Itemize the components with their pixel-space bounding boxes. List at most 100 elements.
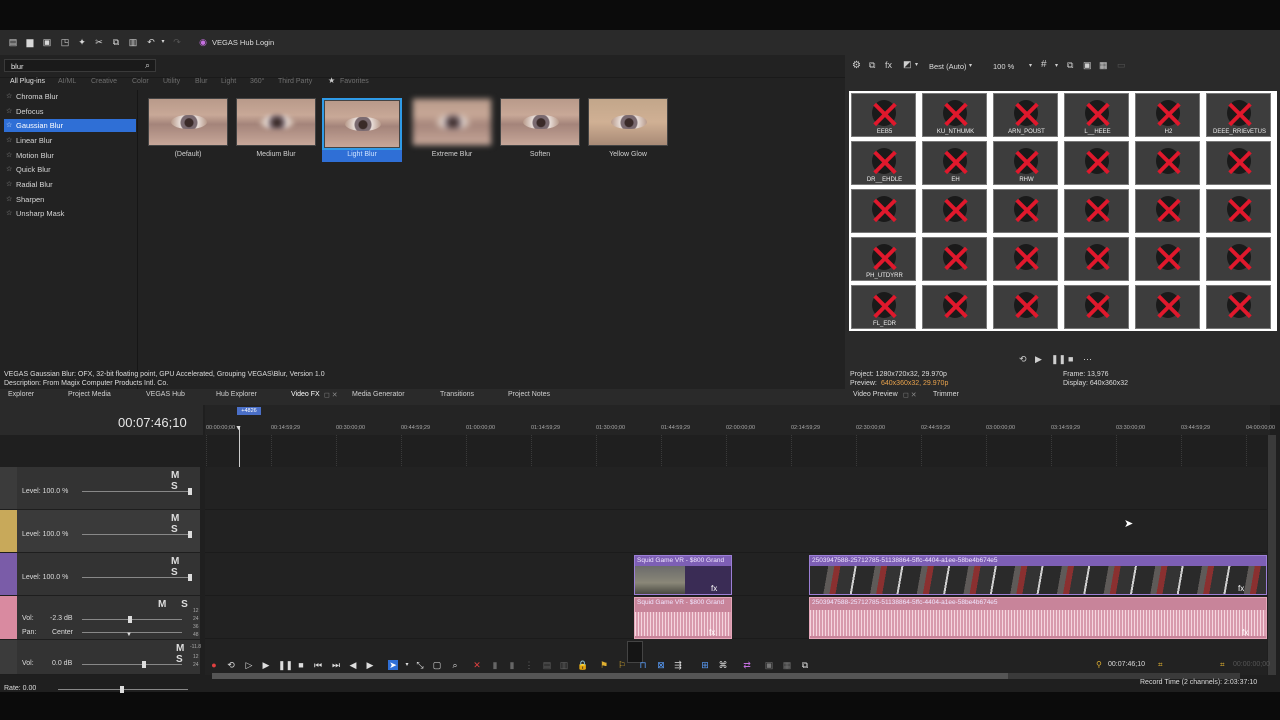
star-icon[interactable]: ☆ <box>6 90 12 103</box>
preset-soften[interactable]: Soften <box>500 98 580 162</box>
effect-linear-blur[interactable]: ☆ Linear Blur <box>4 134 136 147</box>
category-360[interactable]: 360° <box>250 78 264 85</box>
category-light[interactable]: Light <box>221 78 236 85</box>
video-track-3-header[interactable]: Level: 100.0 % M S <box>0 553 200 596</box>
trim-end-icon[interactable]: ▮ <box>507 660 517 670</box>
video-track-1-header[interactable]: Level: 100.0 % M S <box>0 467 200 510</box>
preset-extreme-blur[interactable]: Extreme Blur <box>412 98 492 162</box>
star-icon[interactable]: ☆ <box>6 105 12 118</box>
star-icon[interactable]: ☆ <box>6 119 12 132</box>
pan-knob-icon[interactable]: ▼ <box>126 632 132 638</box>
effect-chroma-blur[interactable]: ☆ Chroma Blur <box>4 90 136 103</box>
tab-project-notes[interactable]: Project Notes <box>508 391 550 398</box>
tab-explorer[interactable]: Explorer <box>8 391 34 398</box>
tab-project-media[interactable]: Project Media <box>68 391 111 398</box>
preview-quality-select[interactable]: Best (Auto) <box>929 62 967 71</box>
save-snapshot-icon[interactable]: ▣ <box>1083 60 1092 71</box>
preview-play-icon[interactable]: ▶ <box>1035 354 1042 365</box>
open-folder-icon[interactable]: ▆ <box>25 37 35 47</box>
tab-media-generator[interactable]: Media Generator <box>352 391 405 398</box>
audio-track-2-header[interactable]: M S Vol: 0.0 dB -11.8 12 24 <box>0 640 201 675</box>
category-all[interactable]: All Plug-ins <box>10 78 45 85</box>
marker-label[interactable]: +4826 <box>237 407 261 415</box>
mute-solo-buttons[interactable]: M S <box>158 599 194 610</box>
render-icon[interactable]: ✦ <box>77 37 87 47</box>
grid-dropdown-icon[interactable]: ▾ <box>1055 62 1058 69</box>
overlay-icon[interactable]: ◩ <box>903 59 912 70</box>
mute-solo-buttons[interactable]: M S <box>171 470 200 492</box>
star-icon[interactable]: ☆ <box>6 207 12 220</box>
video-clip-squid-game[interactable]: Squid Game VR - $800 Grand fx <box>634 555 732 595</box>
play-icon[interactable]: ▶ <box>261 660 271 670</box>
auto-ripple-icon[interactable]: ⇶ <box>673 660 683 670</box>
record-icon[interactable]: ● <box>209 660 219 670</box>
paste-icon[interactable]: ▥ <box>128 37 138 47</box>
star-icon[interactable]: ☆ <box>6 134 12 147</box>
lock-envelopes-icon[interactable]: ⊞ <box>700 660 710 670</box>
tab-video-fx[interactable]: Video FX <box>291 391 320 398</box>
auto-crossfade-icon[interactable]: ⊠ <box>656 660 666 670</box>
video-track-2-header[interactable]: Level: 100.0 % M S <box>0 510 200 553</box>
video-clip-long[interactable]: 2503947588-25712785-51138864-5ffc-4404-a… <box>809 555 1267 595</box>
volume-slider[interactable] <box>82 616 182 623</box>
insert-marker-icon[interactable]: ⚑ <box>599 660 609 670</box>
hub-login-link[interactable]: VEGAS Hub Login <box>212 38 274 47</box>
search-input[interactable]: blur <box>11 62 24 71</box>
star-icon[interactable]: ☆ <box>6 193 12 206</box>
group-icon[interactable]: ▥ <box>559 660 569 670</box>
vertical-scrollbar[interactable] <box>1268 435 1276 675</box>
properties-icon[interactable]: ◳ <box>60 37 70 47</box>
next-frame-icon[interactable]: ▶ <box>365 660 375 670</box>
volume-slider[interactable] <box>82 661 182 668</box>
settings-gear-icon[interactable]: ⚙ <box>852 60 861 71</box>
category-aiml[interactable]: AI/ML <box>58 78 76 85</box>
effect-defocus[interactable]: ☆ Defocus <box>4 105 136 118</box>
overlay-dropdown-icon[interactable]: ▾ <box>915 61 918 68</box>
preview-stop-icon[interactable]: ■ <box>1068 354 1073 364</box>
envelope-tool-icon[interactable]: ⤡ <box>415 660 425 670</box>
category-blur[interactable]: Blur <box>195 78 207 85</box>
fx-badge[interactable]: fx <box>1242 628 1248 637</box>
star-icon[interactable]: ☆ <box>6 178 12 191</box>
smart-split-icon[interactable]: ⇄ <box>742 660 752 670</box>
track-motion-icon[interactable]: ▣ <box>764 660 774 670</box>
pause-icon[interactable]: ❚❚ <box>278 660 293 670</box>
star-icon[interactable]: ☆ <box>6 149 12 162</box>
effect-gaussian-blur[interactable]: ☆ Gaussian Blur <box>4 119 136 132</box>
pan-crop-icon[interactable]: ▦ <box>782 660 792 670</box>
tab-transitions[interactable]: Transitions <box>440 391 474 398</box>
category-favorites[interactable]: Favorites <box>340 78 369 85</box>
undo-icon[interactable]: ↶ <box>146 37 156 47</box>
effect-radial-blur[interactable]: ☆ Radial Blur <box>4 178 136 191</box>
zoom-tool-icon[interactable]: ⌕ <box>450 660 460 670</box>
pan-slider[interactable] <box>82 632 182 633</box>
loop-playback-icon[interactable]: ⟲ <box>226 660 236 670</box>
tab-video-fx-close-icon[interactable]: ◻ ✕ <box>324 391 338 399</box>
undo-dropdown-icon[interactable]: ▾ <box>158 37 168 47</box>
selection-tool-icon[interactable]: ▢ <box>432 660 442 670</box>
quality-dropdown-icon[interactable]: ▾ <box>969 62 972 69</box>
tab-vegas-hub[interactable]: VEGAS Hub <box>146 391 185 398</box>
stop-icon[interactable]: ■ <box>296 660 306 670</box>
search-box[interactable]: blur ⌕ <box>4 59 156 72</box>
fx-icon[interactable]: fx <box>885 60 892 70</box>
mute-solo-buttons[interactable]: M S <box>171 513 200 535</box>
effect-motion-blur[interactable]: ☆ Motion Blur <box>4 149 136 162</box>
audio-track-1-header[interactable]: M S Vol: -2.3 dB Pan: Center ▼ 12 24 36 … <box>0 596 200 640</box>
preview-pause-icon[interactable]: ❚❚ <box>1051 354 1066 365</box>
external-monitor-icon[interactable]: ▭ <box>1117 60 1126 71</box>
copy-icon[interactable]: ⧉ <box>111 37 121 47</box>
preset-light-blur[interactable]: Light Blur <box>322 98 402 162</box>
go-to-end-icon[interactable]: ⏭ <box>331 660 341 670</box>
normal-edit-tool-icon[interactable]: ➤ <box>388 660 398 670</box>
category-creative[interactable]: Creative <box>91 78 117 85</box>
audio-clip-long[interactable]: 2503947588-25712785-51138864-5ffc-4404-a… <box>809 597 1267 639</box>
mute-solo-buttons[interactable]: M S <box>171 556 200 578</box>
zoom-select[interactable]: 100 % <box>993 62 1014 71</box>
scrollbar-thumb[interactable] <box>212 673 1008 679</box>
redo-icon[interactable]: ↷ <box>172 37 182 47</box>
lock-icon[interactable]: ▦ <box>1099 60 1108 71</box>
event-fx-icon[interactable]: ⧉ <box>800 660 810 670</box>
preset-medium-blur[interactable]: Medium Blur <box>236 98 316 162</box>
effect-quick-blur[interactable]: ☆ Quick Blur <box>4 163 136 176</box>
